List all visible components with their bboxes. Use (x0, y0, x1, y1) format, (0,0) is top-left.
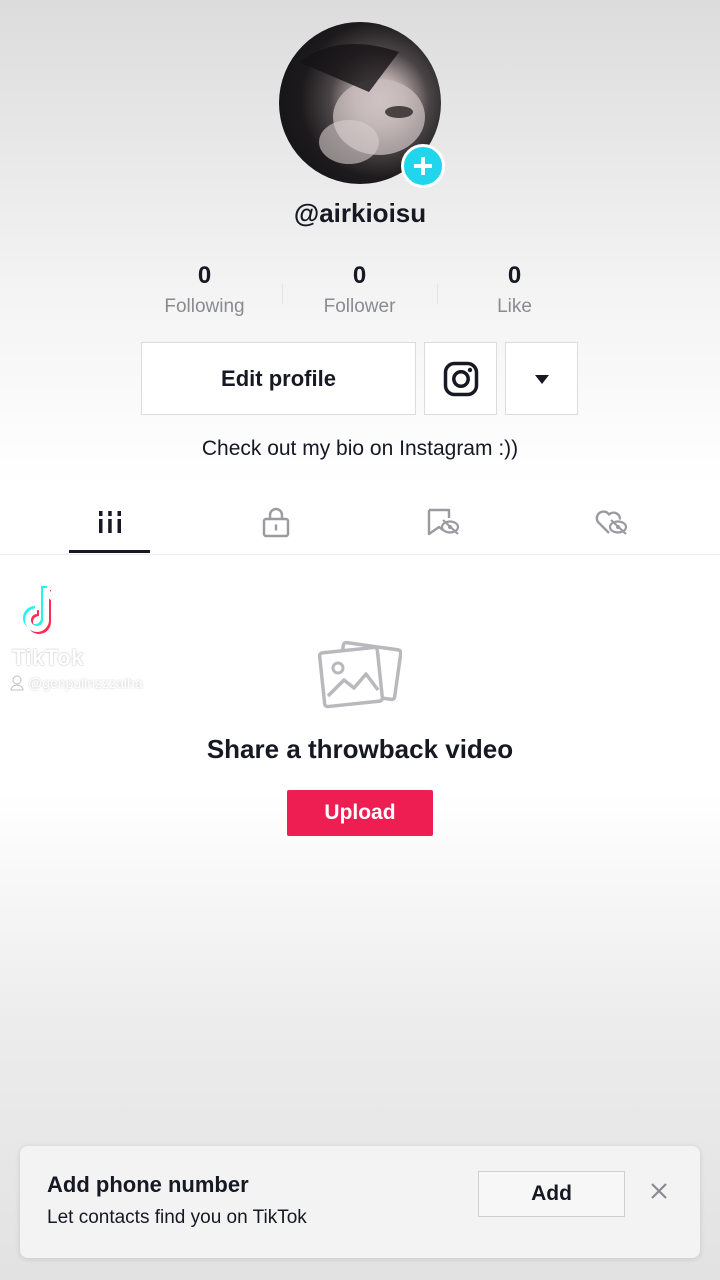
stat-label: Following (164, 296, 245, 317)
stat-value: 0 (197, 262, 212, 289)
tiktok-logo-icon (23, 586, 61, 634)
profile-stats: 0 Following 0 Follower 0 Like (127, 262, 592, 332)
upload-button[interactable]: Upload (287, 790, 433, 836)
stat-label: Like (497, 296, 532, 317)
edit-profile-button[interactable]: Edit profile (141, 342, 416, 415)
plus-icon (414, 157, 432, 175)
more-options-button[interactable] (505, 342, 578, 415)
caret-down-icon (534, 374, 549, 384)
stat-value: 0 (507, 262, 522, 289)
tab-videos[interactable] (25, 490, 195, 554)
tab-private[interactable] (191, 490, 361, 554)
bookmark-hidden-icon (427, 508, 460, 536)
profile-tabs (0, 490, 720, 555)
heart-hidden-icon (595, 510, 628, 535)
stat-following[interactable]: 0 Following (127, 262, 282, 332)
stat-likes[interactable]: 0 Like (437, 262, 592, 332)
stat-followers[interactable]: 0 Follower (282, 262, 437, 332)
watermark-user: @genpuiinzzzaiha (10, 675, 180, 691)
username: @airkioisu (293, 198, 427, 228)
profile-avatar[interactable] (279, 22, 445, 188)
profile-bio: Check out my bio on Instagram :)) (201, 437, 519, 460)
tab-saved[interactable] (358, 490, 528, 554)
add-phone-banner: Add phone number Let contacts find you o… (20, 1146, 700, 1258)
tiktok-watermark: TikTok @genpuiinzzzaiha (10, 584, 180, 691)
empty-state-title: Share a throwback video (206, 734, 514, 764)
empty-state-icon (317, 640, 403, 715)
user-icon (10, 675, 24, 691)
banner-title: Add phone number (47, 1172, 249, 1197)
instagram-icon (443, 361, 478, 396)
lock-icon (262, 507, 290, 538)
watermark-brand: TikTok (12, 645, 84, 670)
close-banner-button[interactable] (647, 1179, 671, 1203)
stat-label: Follower (323, 296, 396, 317)
stat-value: 0 (352, 262, 367, 289)
instagram-button[interactable] (424, 342, 497, 415)
photos-icon (317, 640, 403, 709)
close-icon (651, 1183, 667, 1199)
add-phone-button[interactable]: Add (478, 1171, 625, 1217)
banner-subtitle: Let contacts find you on TikTok (47, 1207, 307, 1228)
watermark-username: @genpuiinzzzaiha (28, 675, 143, 691)
add-avatar-button[interactable] (401, 144, 445, 188)
grid-icon (99, 511, 121, 533)
tab-liked[interactable] (526, 490, 696, 554)
active-tab-indicator (69, 550, 150, 553)
